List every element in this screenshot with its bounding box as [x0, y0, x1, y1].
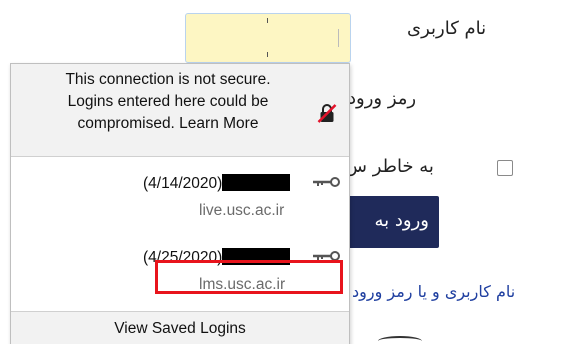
login-username: (4/25/2020): [143, 248, 291, 267]
warning-line: compromised. Learn More: [77, 115, 259, 132]
login-username: (4/14/2020): [143, 174, 291, 193]
warning-line: This connection is not secure.: [65, 71, 271, 88]
username-input[interactable]: [185, 13, 351, 63]
login-date: (4/14/2020): [143, 175, 223, 192]
insecure-lock-icon: [317, 104, 337, 123]
remember-me-checkbox[interactable]: [497, 160, 513, 176]
login-site: lms.usc.ac.ir: [199, 276, 286, 293]
password-label: رمز ورود: [348, 88, 417, 109]
popup-footer: View Saved Logins: [11, 311, 349, 344]
text-caret: [267, 18, 268, 23]
key-icon: [313, 251, 340, 261]
key-icon: [313, 177, 340, 187]
warning-text: This connection is not secure. Logins en…: [19, 69, 317, 135]
text-caret: [267, 52, 268, 57]
redacted-username: [222, 248, 291, 265]
remember-me-label: به خاطر س: [345, 156, 434, 177]
view-saved-logins-button[interactable]: View Saved Logins: [11, 312, 349, 344]
cropped-text-fragment: [378, 336, 422, 344]
input-cursor: [338, 29, 339, 47]
saved-logins-popup: This connection is not secure. Logins en…: [10, 63, 350, 344]
insecure-connection-warning[interactable]: This connection is not secure. Logins en…: [11, 64, 349, 157]
redacted-username: [222, 174, 291, 191]
login-site: live.usc.ac.ir: [199, 202, 285, 219]
login-date: (4/25/2020): [143, 249, 223, 266]
username-label: نام کاربری: [407, 18, 487, 39]
forgot-credentials-link[interactable]: نام کاربری و یا رمز ورود: [352, 282, 515, 301]
saved-login-item[interactable]: (4/25/2020) lms.usc.ac.ir: [11, 232, 349, 304]
warning-line: Logins entered here could be: [67, 93, 269, 110]
saved-login-item[interactable]: (4/14/2020) live.usc.ac.ir: [11, 158, 349, 230]
